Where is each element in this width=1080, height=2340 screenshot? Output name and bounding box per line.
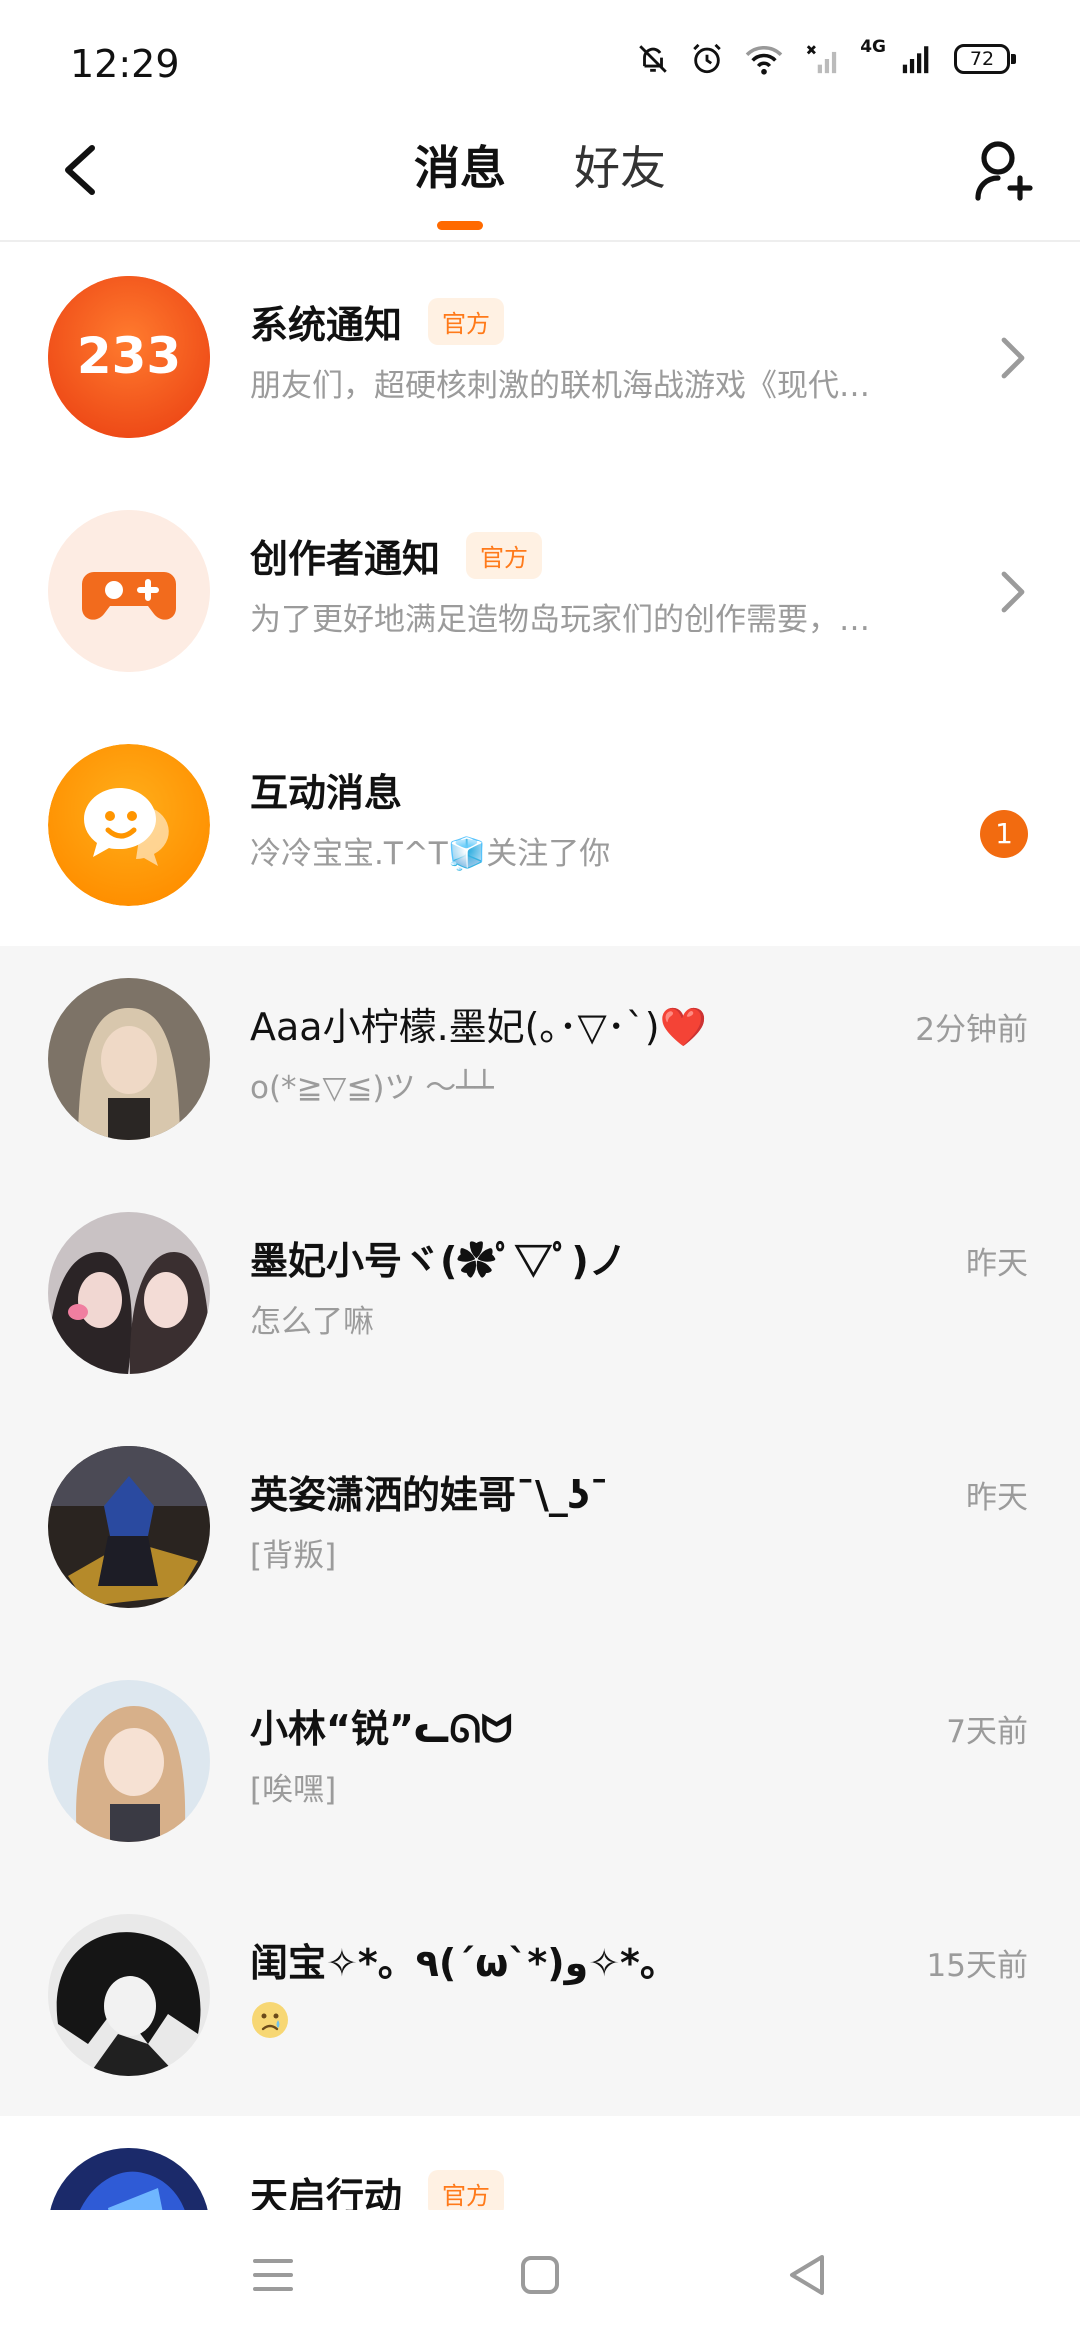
status-icons: 4G 72 [636, 37, 1016, 76]
screen: 12:29 4G 72 消息 好友 233 系统通知 官方 朋友们，超硬核刺激的… [0, 0, 1080, 2340]
add-friend-button[interactable] [964, 130, 1044, 210]
avatar [48, 1914, 210, 2076]
signal-1-icon [804, 42, 840, 76]
menu-icon [253, 2259, 294, 2291]
conversation-row-creator-notice[interactable]: 创作者通知 官方 为了更好地满足造物岛玩家们的创作需要，… [0, 478, 1080, 712]
conversation-name: 英姿潇洒的娃哥¯\_ʖ¯ [250, 1473, 609, 1517]
conversation-name: 创作者通知 [250, 537, 441, 581]
conversation-row[interactable]: 墨妃小号ヾ(✿ﾟ▽ﾟ)ノ 怎么了嘛 昨天 [0, 1180, 1080, 1414]
message-preview: 怎么了嘛 [250, 1304, 374, 1340]
home-button[interactable] [495, 2230, 585, 2320]
message-time: 昨天 [966, 1480, 1028, 1516]
message-time: 昨天 [966, 1246, 1028, 1282]
title-line: 闺宝✧*。٩(ˊωˋ*)و✧*。 [250, 1932, 678, 1987]
avatar [48, 510, 210, 672]
avatar [48, 744, 210, 906]
conversation-row[interactable]: 小林“锐”ᓚᘏᗢ [唉嘿] 7天前 [0, 1648, 1080, 1882]
conversation-name: 闺宝✧*。٩(ˊωˋ*)و✧*。 [250, 1941, 678, 1985]
avatar: 233 [48, 276, 210, 438]
avatar [48, 978, 210, 1140]
conversation-list: 233 系统通知 官方 朋友们，超硬核刺激的联机海战游戏《现代… 创作者通知 官… [0, 244, 1080, 2340]
message-preview: [背叛] [250, 1538, 337, 1574]
signal-2-icon [900, 42, 934, 76]
avatar [48, 1212, 210, 1374]
title-line: 小林“锐”ᓚᘏᗢ [250, 1698, 512, 1753]
tab-friends[interactable]: 好友 [570, 134, 670, 234]
back-nav-button[interactable] [762, 2230, 852, 2320]
back-triangle-icon [789, 2255, 824, 2295]
battery-icon: 72 [954, 44, 1016, 74]
conversation-name: Aaa小柠檬.墨妃(｡･▽･`)❤️ [250, 1005, 707, 1049]
tab-bar: 消息 好友 [0, 134, 1080, 234]
tab-messages[interactable]: 消息 [410, 134, 510, 234]
avatar [48, 1446, 210, 1608]
title-line: 互动消息 [250, 762, 402, 817]
official-badge: 官方 [428, 298, 505, 345]
message-time: 15天前 [926, 1948, 1028, 1984]
official-badge: 官方 [466, 532, 543, 579]
status-bar: 12:29 4G 72 [0, 0, 1080, 130]
title-line: 创作者通知 官方 [250, 528, 543, 583]
gamepad-icon [48, 510, 210, 672]
conversation-row[interactable]: 闺宝✧*。٩(ˊωˋ*)و✧*。 15天前 [0, 1882, 1080, 2116]
title-line: Aaa小柠檬.墨妃(｡･▽･`)❤️ [250, 996, 707, 1051]
conversation-name: 小林“锐”ᓚᘏᗢ [250, 1707, 513, 1751]
conversation-name: 系统通知 [250, 303, 403, 347]
menu-button[interactable] [228, 2230, 318, 2320]
message-preview: 朋友们，超硬核刺激的联机海战游戏《现代… [250, 368, 870, 404]
message-preview: 为了更好地满足造物岛玩家们的创作需要，… [250, 602, 870, 638]
conversation-name: 互动消息 [250, 771, 403, 815]
conversation-name: 墨妃小号ヾ(✿ﾟ▽ﾟ)ノ [250, 1239, 627, 1283]
chevron-right-icon [1001, 337, 1025, 379]
system-navigation-bar [0, 2210, 1080, 2340]
conversation-row-system-notice[interactable]: 233 系统通知 官方 朋友们，超硬核刺激的联机海战游戏《现代… [0, 244, 1080, 478]
status-time: 12:29 [70, 42, 180, 86]
wifi-icon [744, 42, 784, 76]
alarm-icon [690, 42, 724, 76]
avatar-text: 233 [77, 327, 181, 385]
conversation-row-interactions[interactable]: 互动消息 冷冷宝宝.T^T🧊关注了你 1 [0, 712, 1080, 946]
header: 消息 好友 [0, 130, 1080, 242]
message-preview: [唉嘿] [250, 1772, 337, 1808]
avatar [48, 1680, 210, 1842]
add-user-icon [975, 141, 1033, 201]
home-square-icon [520, 2256, 559, 2294]
message-time: 2分钟前 [915, 1012, 1028, 1048]
title-line: 系统通知 官方 [250, 294, 505, 349]
tab-messages-label: 消息 [414, 141, 506, 195]
mute-bell-icon [636, 42, 670, 76]
title-line: 墨妃小号ヾ(✿ﾟ▽ﾟ)ノ [250, 1230, 627, 1285]
chevron-right-icon [1001, 571, 1025, 613]
conversation-row[interactable]: Aaa小柠檬.墨妃(｡･▽･`)❤️ o(*≧▽≦)ツ ～┴┴ 2分钟前 [0, 946, 1080, 1180]
message-time: 7天前 [946, 1714, 1028, 1750]
unread-count-badge: 1 [980, 810, 1028, 858]
crying-face-icon [252, 2002, 288, 2038]
message-preview: 冷冷宝宝.T^T🧊关注了你 [250, 836, 611, 872]
chat-bubble-icon [48, 744, 210, 906]
network-type: 4G [860, 37, 886, 57]
active-tab-indicator [437, 221, 483, 230]
tab-friends-label: 好友 [574, 141, 666, 195]
title-line: 英姿潇洒的娃哥¯\_ʖ¯ [250, 1464, 609, 1519]
conversation-row[interactable]: 英姿潇洒的娃哥¯\_ʖ¯ [背叛] 昨天 [0, 1414, 1080, 1648]
message-preview: o(*≧▽≦)ツ ～┴┴ [250, 1070, 494, 1106]
